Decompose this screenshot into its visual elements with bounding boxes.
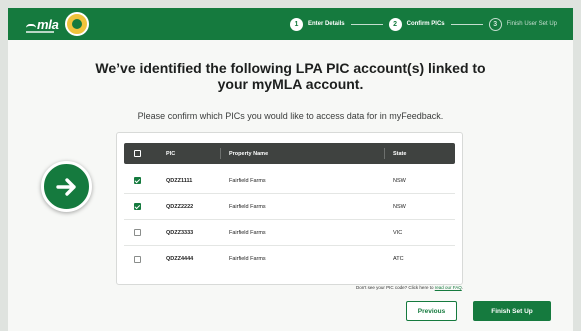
logo-text: mla (37, 17, 59, 32)
cell-state: VIC (393, 229, 403, 236)
row-checkbox-cell (124, 203, 150, 210)
page-title-line-1: We’ve identified the following LPA PIC a… (95, 60, 486, 76)
progress-stepper: 1 Enter Details 2 Confirm PICs 3 Finish … (289, 17, 557, 31)
page-title: We’ve identified the following LPA PIC a… (8, 60, 573, 92)
row-checkbox[interactable] (133, 229, 141, 236)
top-bar: mla 1 Enter Details 2 Confirm PICs 3 Fin… (8, 8, 573, 40)
arrow-right-icon (41, 161, 92, 212)
row-checkbox-cell (124, 229, 150, 236)
step-connector (450, 23, 483, 25)
table-row[interactable]: QDZZ4444 Fairfield Farms ATC (124, 246, 455, 272)
badge-inner (72, 19, 82, 29)
cell-state: NSW (393, 177, 406, 184)
table-row[interactable]: QDZZ3333 Fairfield Farms VIC (124, 220, 455, 246)
row-checkbox-cell (124, 255, 150, 263)
column-header-property: Property Name (220, 148, 384, 159)
column-header-state: State (384, 148, 454, 159)
page-subtitle: Please confirm which PICs you would like… (137, 111, 444, 121)
row-checkbox[interactable] (133, 255, 141, 263)
step-1-number: 1 (289, 17, 303, 31)
table-header: PIC Property Name State (124, 143, 455, 164)
finish-set-up-button[interactable]: Finish Set Up (473, 301, 551, 321)
program-badge-icon (65, 12, 89, 36)
mla-logo[interactable]: mla (26, 17, 59, 32)
cell-state: ATC (393, 256, 404, 262)
step-3-label: Finish User Set Up (506, 21, 557, 27)
step-2-number: 2 (388, 17, 402, 31)
faq-hint: Don't see your PIC code? Click here to r… (308, 285, 463, 290)
row-checkbox-cell (124, 177, 150, 184)
cell-pic: QDZZ2222 (166, 203, 194, 210)
faq-link[interactable]: read our FAQ (435, 285, 462, 290)
cell-property: Fairfield Farms (229, 229, 266, 236)
faq-text: Don't see your PIC code? Click here to (356, 285, 434, 290)
previous-button[interactable]: Previous (406, 301, 457, 321)
cell-property: Fairfield Farms (229, 203, 266, 210)
faq-period: . (461, 285, 463, 290)
arrow-right-glyph (55, 177, 76, 196)
cell-pic: QDZZ3333 (166, 229, 194, 236)
step-2-label: Confirm PICs (406, 21, 445, 27)
step-connector (350, 23, 383, 25)
cell-state: NSW (393, 203, 406, 210)
select-all-checkbox[interactable] (133, 150, 141, 157)
column-header-state-label: State (393, 150, 407, 157)
app-frame: mla 1 Enter Details 2 Confirm PICs 3 Fin… (8, 8, 573, 331)
table-row[interactable]: QDZZ2222 Fairfield Farms NSW (124, 194, 455, 220)
column-header-property-label: Property Name (229, 150, 269, 157)
select-all-cell (124, 150, 150, 157)
row-checkbox[interactable] (133, 177, 141, 184)
step-3-number: 3 (488, 17, 502, 31)
logo-underline (26, 31, 54, 33)
pic-table-card: PIC Property Name State QDZZ1111 Fairfie… (116, 132, 463, 285)
cell-property: Fairfield Farms (229, 177, 266, 184)
page-title-line-2: your myMLA account. (217, 76, 364, 92)
column-header-pic: PIC (166, 150, 176, 157)
table-row[interactable]: QDZZ1111 Fairfield Farms NSW (124, 168, 455, 194)
row-checkbox[interactable] (133, 203, 141, 210)
step-1-label: Enter Details (307, 21, 345, 27)
logo-swoosh-icon (26, 23, 36, 28)
cell-pic: QDZZ4444 (166, 256, 194, 262)
cell-property: Fairfield Farms (229, 256, 266, 262)
cell-pic: QDZZ1111 (166, 177, 193, 184)
